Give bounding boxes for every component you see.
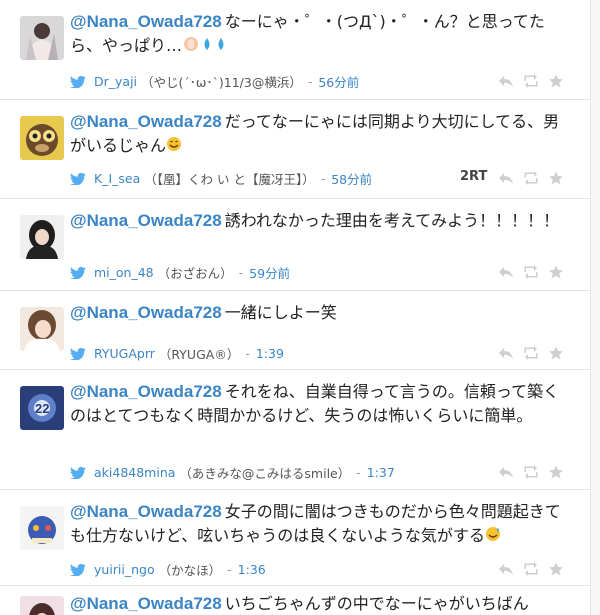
tweet-item: @Nana_Owada728 だってなーにゃには同期より大切にしてる、男がいるじゃ… <box>0 100 590 199</box>
avatar[interactable] <box>20 116 64 160</box>
retweet-icon[interactable] <box>523 562 539 576</box>
reply-icon[interactable] <box>498 562 514 576</box>
tweet-actions <box>498 265 564 279</box>
display-name: （おざおん） <box>157 266 233 281</box>
scrollbar[interactable] <box>590 0 600 615</box>
tweet-meta: RYUGAprr （RYUGA®） - 1:39 <box>70 344 284 363</box>
emoji-sweat-smile-icon <box>485 525 501 549</box>
username-link[interactable]: yuirii_ngo <box>94 562 155 577</box>
tweet-meta: mi_on_48 （おざおん） - 59分前 <box>70 263 290 282</box>
tweet-item: @Nana_Owada728 一緒にしよー笑 RYUGAprr （RYUGA®） … <box>0 291 590 370</box>
retweet-icon[interactable] <box>523 465 539 479</box>
mention-link[interactable]: @Nana_Owada728 <box>70 303 222 322</box>
avatar[interactable] <box>20 16 64 60</box>
avatar[interactable] <box>20 596 64 615</box>
tweet-item: @Nana_Owada728 いちごちゃんずの中でなーにゃがいちばん <box>0 586 590 615</box>
tweet-body: @Nana_Owada728 なーにゃ・゜・(つД`)・゜・ん？と思ってたら、やっ… <box>70 10 570 59</box>
favorite-icon[interactable] <box>548 562 564 576</box>
tweet-meta: K_I_sea （【凰】くわ い と【魔冴王】） - 58分前 <box>70 169 372 188</box>
mention-link[interactable]: @Nana_Owada728 <box>70 502 222 521</box>
mention-link[interactable]: @Nana_Owada728 <box>70 594 222 613</box>
tweet-text: 一緒にしよー笑 <box>224 303 337 322</box>
avatar[interactable] <box>20 506 64 550</box>
twitter-bird-icon <box>70 347 86 361</box>
tweet-item: @Nana_Owada728 女子の間に闇はつきものだから色々問題起きても仕方ない… <box>0 490 590 586</box>
timestamp-link[interactable]: 59分前 <box>249 263 290 282</box>
retweet-count: 2RT <box>460 169 488 184</box>
favorite-icon[interactable] <box>548 265 564 279</box>
username-link[interactable]: Dr_yaji <box>94 74 137 89</box>
tweet-meta: Dr_yaji （やじ(´･ω･`)11/3@横浜） - 56分前 <box>70 72 359 91</box>
tweet-text: 誘われなかった理由を考えてみよう！！！！！ <box>224 211 560 230</box>
display-name: （やじ(´･ω･`)11/3@横浜） <box>141 75 302 90</box>
tweet-meta: aki4848mina （あきみな@こみはるsmile） - 1:37 <box>70 463 395 482</box>
tweet-body: @Nana_Owada728 いちごちゃんずの中でなーにゃがいちばん <box>70 592 570 615</box>
reply-icon[interactable] <box>498 265 514 279</box>
mention-link[interactable]: @Nana_Owada728 <box>70 382 222 401</box>
tweet-item: 22 @Nana_Owada728 それをね、自業自得って言うの。信頼って築くのは… <box>0 370 590 490</box>
tweet-actions <box>498 562 564 576</box>
reply-icon[interactable] <box>498 465 514 479</box>
timestamp-link[interactable]: 1:37 <box>367 465 395 480</box>
reply-icon[interactable] <box>498 74 514 88</box>
display-name: （【凰】くわ い と【魔冴王】） <box>144 172 315 187</box>
emoji-pray-icon <box>182 35 200 59</box>
username-link[interactable]: mi_on_48 <box>94 265 154 280</box>
tweet-body: @Nana_Owada728 それをね、自業自得って言うの。信頼って築くのはとてつ… <box>70 380 570 428</box>
username-link[interactable]: RYUGAprr <box>94 346 155 361</box>
tweet-item: @Nana_Owada728 なーにゃ・゜・(つД`)・゜・ん？と思ってたら、やっ… <box>0 0 590 100</box>
tweet-actions <box>498 171 564 185</box>
display-name: （かなほ） <box>158 563 222 578</box>
svg-text:22: 22 <box>35 401 49 416</box>
reply-icon[interactable] <box>498 171 514 185</box>
tweet-body: @Nana_Owada728 だってなーにゃには同期より大切にしてる、男がいるじゃ… <box>70 110 570 159</box>
tweet-body: @Nana_Owada728 一緒にしよー笑 <box>70 301 570 325</box>
mention-link[interactable]: @Nana_Owada728 <box>70 211 222 230</box>
display-name: （RYUGA®） <box>158 347 240 362</box>
twitter-bird-icon <box>70 563 86 577</box>
tweet-text: いちごちゃんずの中でなーにゃがいちばん <box>224 594 529 613</box>
display-name: （あきみな@こみはるsmile） <box>179 466 351 481</box>
timestamp-link[interactable]: 1:39 <box>256 346 284 361</box>
tweet-item: @Nana_Owada728 誘われなかった理由を考えてみよう！！！！！ mi_o… <box>0 199 590 291</box>
retweet-icon[interactable] <box>523 346 539 360</box>
tweet-actions <box>498 465 564 479</box>
tweet-body: @Nana_Owada728 女子の間に闇はつきものだから色々問題起きても仕方ない… <box>70 500 570 549</box>
favorite-icon[interactable] <box>548 74 564 88</box>
retweet-icon[interactable] <box>523 74 539 88</box>
avatar[interactable]: 22 <box>20 386 64 430</box>
twitter-bird-icon <box>70 172 86 186</box>
tweet-actions <box>498 74 564 88</box>
retweet-icon[interactable] <box>523 171 539 185</box>
retweet-icon[interactable] <box>523 265 539 279</box>
twitter-bird-icon <box>70 266 86 280</box>
timestamp-link[interactable]: 56分前 <box>318 72 359 91</box>
timeline: @Nana_Owada728 なーにゃ・゜・(つД`)・゜・ん？と思ってたら、やっ… <box>0 0 600 615</box>
mention-link[interactable]: @Nana_Owada728 <box>70 12 222 31</box>
favorite-icon[interactable] <box>548 465 564 479</box>
twitter-bird-icon <box>70 75 86 89</box>
emoji-smile-icon <box>166 135 182 159</box>
favorite-icon[interactable] <box>548 171 564 185</box>
username-link[interactable]: K_I_sea <box>94 171 140 186</box>
username-link[interactable]: aki4848mina <box>94 465 175 480</box>
tweet-body: @Nana_Owada728 誘われなかった理由を考えてみよう！！！！！ <box>70 209 570 233</box>
timestamp-link[interactable]: 58分前 <box>331 169 372 188</box>
tweet-actions <box>498 346 564 360</box>
avatar[interactable] <box>20 307 64 351</box>
avatar[interactable] <box>20 215 64 259</box>
timestamp-link[interactable]: 1:36 <box>238 562 266 577</box>
tweet-meta: yuirii_ngo （かなほ） - 1:36 <box>70 560 266 579</box>
mention-link[interactable]: @Nana_Owada728 <box>70 112 222 131</box>
twitter-bird-icon <box>70 466 86 480</box>
reply-icon[interactable] <box>498 346 514 360</box>
favorite-icon[interactable] <box>548 346 564 360</box>
emoji-sweat-drops-icon <box>200 35 230 59</box>
